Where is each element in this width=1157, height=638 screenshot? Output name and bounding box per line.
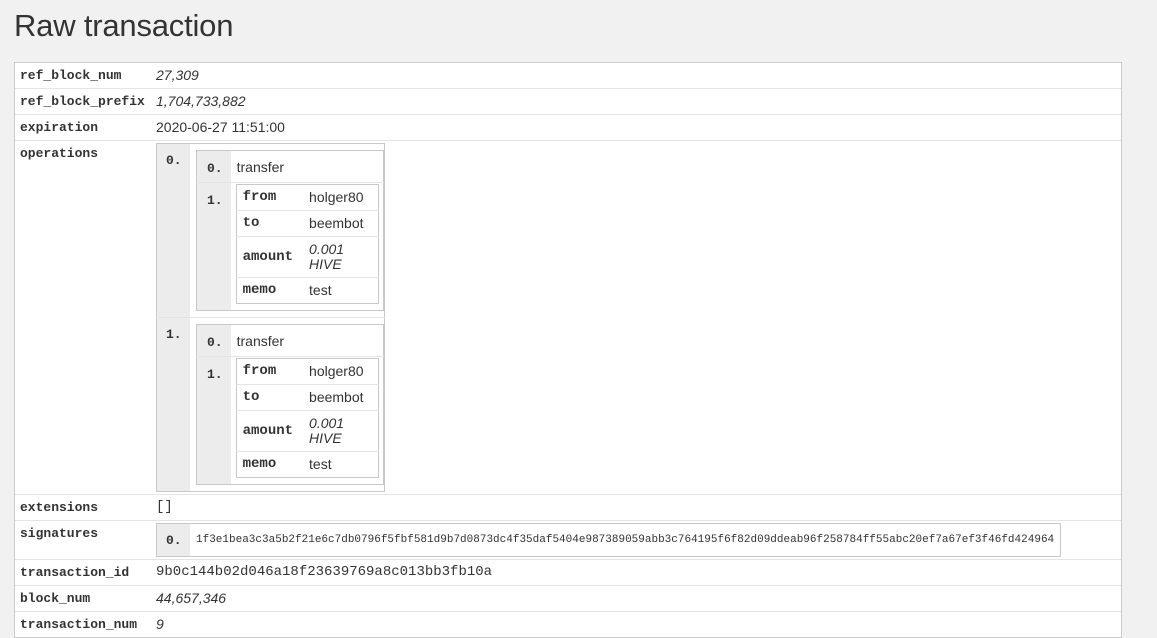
operation-type: transfer [236,333,285,349]
block-num-key: block_num [15,585,156,612]
operation-tuple: 0. transfer 1. from holger80 to beembot … [196,150,384,311]
row-transaction-num: transaction_num 9 [15,611,1121,637]
operation-type: transfer [236,159,285,175]
operation-args: from holger80 to beembot amount 0.001 HI… [230,356,384,485]
ref-block-num-key: ref_block_num [20,68,122,83]
operation-type-index: 0. [196,324,231,357]
row-operations: operations 0. 0. transfer 1. from holger… [15,140,1121,495]
signatures-value: 0. 1f3e1bea3c3a5b2f21e6c7db0796f5fbf581d… [156,520,1121,560]
operation-body: 0. transfer 1. from holger80 to beembot … [190,144,384,318]
arg-key-memo: memo [236,451,304,478]
transaction-num-key: transaction_num [15,611,156,637]
arg-value-memo: test [303,451,379,478]
ref-block-num-value: 27,309 [156,67,199,83]
operation-type-index: 0. [196,150,231,183]
arg-value-memo: test [303,277,379,304]
ref-block-prefix-value: 1,704,733,882 [156,88,1121,115]
operation-item: 1. 0. transfer 1. from holger80 to beemb… [156,317,385,492]
arg-row-to: to beembot [236,210,379,237]
expiration-key: expiration [15,114,156,141]
arg-row-from: from holger80 [236,185,378,211]
arg-key-amount: amount [236,236,304,278]
arg-row-amount: amount 0.001 HIVE [236,410,379,452]
row-extensions: extensions [] [15,494,1121,521]
arg-key-amount: amount [236,410,304,452]
extensions-key: extensions [15,494,156,521]
transaction-id-key: transaction_id [15,559,156,586]
operation-args: from holger80 to beembot amount 0.001 HI… [230,182,384,311]
arg-key-from: from [242,189,277,205]
arg-value-amount: 0.001 HIVE [303,410,379,452]
row-ref-block-num: ref_block_num 27,309 [15,63,1121,89]
operation-args-table: from holger80 to beembot amount 0.001 HI… [235,358,379,478]
extensions-value: [] [156,494,1121,521]
operation-body: 0. transfer 1. from holger80 to beembot … [190,317,385,492]
signature-index: 0. [156,523,190,557]
arg-row-amount: amount 0.001 HIVE [236,236,379,278]
row-transaction-id: transaction_id 9b0c144b02d046a18f2363976… [15,559,1121,586]
row-expiration: expiration 2020-06-27 11:51:00 [15,114,1121,141]
operation-index: 0. [156,143,190,318]
transaction-num-value: 9 [156,611,1121,637]
operation-index: 1. [156,317,190,492]
transaction-table: ref_block_num 27,309 ref_block_prefix 1,… [15,63,1121,637]
transaction-id-value: 9b0c144b02d046a18f23639769a8c013bb3fb10a [156,559,1121,586]
signatures-list: 0. 1f3e1bea3c3a5b2f21e6c7db0796f5fbf581d… [156,523,1062,557]
arg-row-memo: memo test [236,451,379,478]
page-title: Raw transaction [14,8,234,43]
arg-row-to: to beembot [236,384,379,411]
signature-item: 0. 1f3e1bea3c3a5b2f21e6c7db0796f5fbf581d… [156,523,1061,557]
block-num-value: 44,657,346 [156,585,1121,612]
operation-args-index: 1. [196,182,231,311]
row-signatures: signatures 0. 1f3e1bea3c3a5b2f21e6c7db07… [15,520,1121,560]
arg-key-to: to [236,210,304,237]
row-ref-block-prefix: ref_block_prefix 1,704,733,882 [15,88,1121,115]
arg-value-to: beembot [303,210,379,237]
operation-tuple: 0. transfer 1. from holger80 to beembot … [196,324,384,485]
operation-item: 0. 0. transfer 1. from holger80 to beemb… [156,143,385,318]
operations-key: operations [15,140,156,495]
arg-row-from: from holger80 [236,359,378,385]
operations-list: 0. 0. transfer 1. from holger80 to beemb… [156,143,385,492]
signature-value: 1f3e1bea3c3a5b2f21e6c7db0796f5fbf581d9b7… [196,534,1055,546]
signatures-key: signatures [15,520,156,560]
operation-args-index: 1. [196,356,231,485]
arg-key-from: from [242,363,277,379]
expiration-value: 2020-06-27 11:51:00 [156,114,1121,141]
transaction-panel: ref_block_num 27,309 ref_block_prefix 1,… [14,62,1122,638]
arg-value-from: holger80 [309,363,364,379]
row-block-num: block_num 44,657,346 [15,585,1121,612]
arg-value-from: holger80 [309,189,364,205]
arg-value-amount: 0.001 HIVE [303,236,379,278]
arg-key-to: to [236,384,304,411]
arg-row-memo: memo test [236,277,379,304]
arg-key-memo: memo [236,277,304,304]
ref-block-prefix-key: ref_block_prefix [15,88,156,115]
operation-args-table: from holger80 to beembot amount 0.001 HI… [235,184,379,304]
arg-value-to: beembot [303,384,379,411]
operations-value: 0. 0. transfer 1. from holger80 to beemb… [156,140,1121,495]
